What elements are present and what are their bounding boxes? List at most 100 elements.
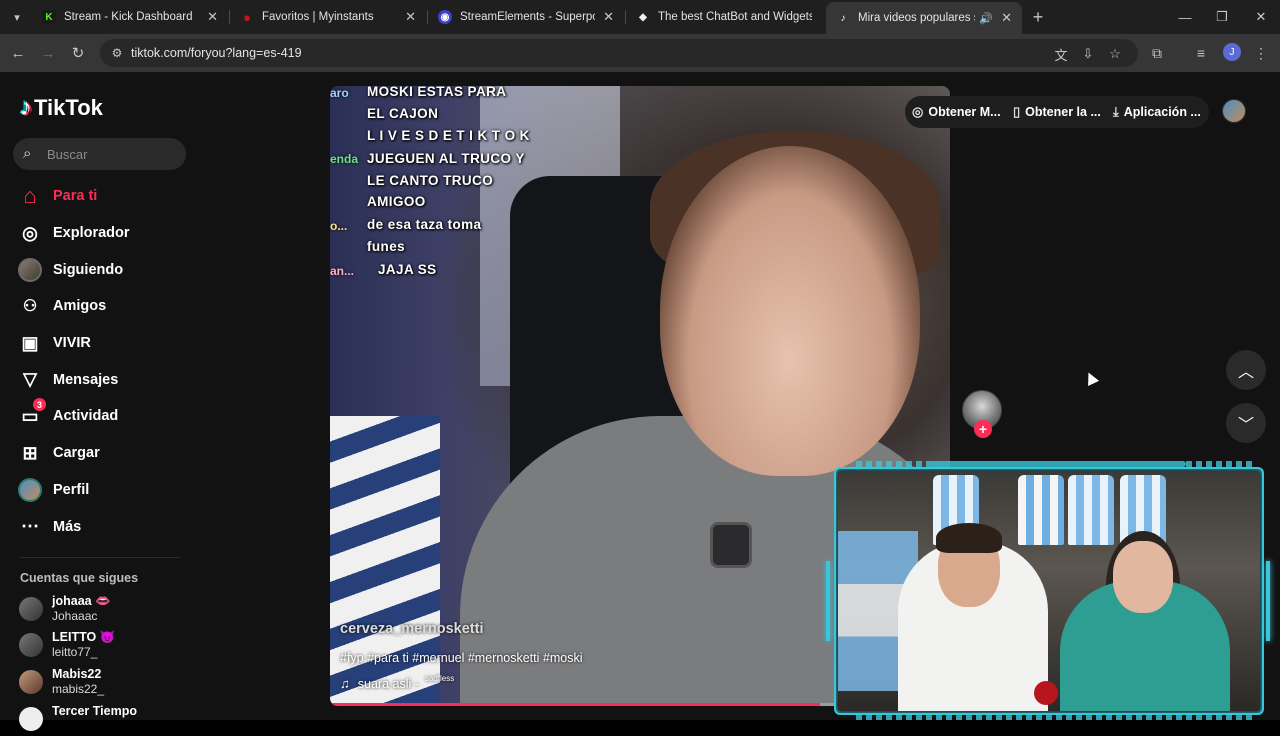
sidebar-item-amigos[interactable]: ⚇ Amigos: [17, 288, 192, 325]
phone-icon: ▯: [1013, 104, 1021, 119]
tab-close-icon[interactable]: ✕: [207, 9, 218, 25]
button-label: Aplicación ...: [1123, 105, 1201, 119]
get-coins-button[interactable]: ◎ Obtener M...: [912, 98, 1001, 126]
hanging-jersey: [1068, 475, 1114, 545]
home-icon: ⌂: [23, 183, 37, 209]
microphone: [1034, 681, 1058, 705]
desktop-app-button[interactable]: ⤓ Aplicación ...: [1113, 98, 1201, 126]
browser-profile-avatar[interactable]: J: [1223, 43, 1241, 61]
mouse-cursor: [1083, 370, 1099, 386]
bookmark-star-icon[interactable]: ☆: [1106, 45, 1124, 63]
chat-overlay-user: o...: [330, 219, 348, 233]
chat-overlay-line: JAJA SS: [378, 262, 437, 277]
tab-close-icon[interactable]: ✕: [603, 9, 614, 25]
site-info-icon[interactable]: ⚙: [108, 44, 126, 62]
live-tv-icon: ▣: [21, 332, 39, 353]
account-name: johaaa 👄: [52, 594, 111, 608]
sidebar-item-label: Para ti: [53, 188, 98, 205]
sidebar-item-vivir[interactable]: ▣ VIVIR: [17, 325, 192, 362]
sidebar-item-label: Cargar: [53, 445, 100, 462]
chat-overlay-line: AMIGOO: [367, 194, 426, 209]
sidebar-item-siguiendo[interactable]: Siguiendo: [17, 251, 192, 288]
person-right-face: [1113, 541, 1173, 613]
sidebar-item-mas[interactable]: ⋯ Más: [17, 508, 192, 545]
tab-search-menu-button[interactable]: ▾: [6, 6, 28, 28]
minimize-button[interactable]: —: [1170, 6, 1200, 28]
music-title: suara asli -: [357, 676, 419, 691]
tiktok-favicon-icon: ♪: [840, 12, 846, 24]
sidebar-item-label: Amigos: [53, 298, 107, 315]
back-arrow-icon[interactable]: ←: [7, 42, 29, 64]
sidebar-item-cargar[interactable]: ⊞ Cargar: [17, 435, 192, 472]
tab-kick-dashboard[interactable]: K Stream - Kick Dashboard ✕: [32, 4, 228, 30]
install-app-icon[interactable]: ⇩: [1079, 45, 1097, 63]
send-icon: ▽: [23, 369, 37, 390]
translate-icon[interactable]: 文: [1052, 45, 1070, 63]
account-name: Tercer Tiempo: [52, 704, 137, 718]
account-handle: Johaaac: [52, 609, 98, 623]
followed-account[interactable]: LEITTO 😈 leitto77_: [19, 628, 199, 662]
sidebar-item-mensajes[interactable]: ▽ Mensajes: [17, 361, 192, 398]
button-label: Obtener la ...: [1025, 105, 1101, 119]
user-profile-avatar[interactable]: [1222, 99, 1246, 123]
followed-account[interactable]: Tercer Tiempo: [19, 702, 199, 736]
hanging-jersey: [1018, 475, 1064, 545]
myinstants-favicon-icon: ●: [243, 9, 251, 25]
tiktok-logo[interactable]: ♪ TikTok: [20, 94, 103, 122]
address-bar[interactable]: ⚙ tiktok.com/foryou?lang=es-419 文 ⇩ ☆: [100, 39, 1138, 67]
tab-chatbot-widgets[interactable]: ◆ The best ChatBot and Widgets: [626, 4, 822, 30]
get-app-button[interactable]: ▯ Obtener la ...: [1013, 98, 1101, 126]
sidebar-item-label: Mensajes: [53, 371, 119, 388]
video-hashtags[interactable]: #fyp #para ti #mernuel #mernosketti #mos…: [340, 651, 582, 665]
video-wristwatch: [710, 522, 752, 568]
notification-badge: 3: [33, 398, 46, 412]
follow-plus-icon[interactable]: +: [974, 420, 992, 438]
followed-account[interactable]: Mabis22 mabis22_: [19, 665, 199, 699]
browser-menu-icon[interactable]: ⋮: [1250, 42, 1272, 64]
video-author-username[interactable]: cerveza_mernosketti: [340, 621, 483, 637]
music-artist: sadfless: [424, 674, 455, 683]
video-music[interactable]: ♫ suara asli - sadfless: [340, 674, 455, 691]
browser-toolbar: ← → ↻ ⚙ tiktok.com/foryou?lang=es-419 文 …: [0, 34, 1280, 72]
search-input[interactable]: [47, 138, 177, 170]
tab-myinstants[interactable]: ● Favoritos | Myinstants ✕: [230, 4, 426, 30]
new-tab-button[interactable]: +: [1027, 6, 1049, 28]
forward-arrow-icon[interactable]: →: [37, 42, 59, 64]
tab-tiktok-active[interactable]: ♪ Mira videos populares selec 🔊 ✕: [826, 2, 1022, 34]
account-avatar: [19, 633, 43, 657]
tab-title: Mira videos populares selec: [858, 12, 975, 24]
tab-title: The best ChatBot and Widgets: [658, 11, 812, 23]
chat-overlay-user: an...: [330, 264, 355, 278]
reload-icon[interactable]: ↻: [67, 42, 89, 64]
close-window-button[interactable]: ✕: [1246, 6, 1276, 28]
webcam-bottom-decoration: [856, 714, 1256, 720]
tab-close-icon[interactable]: ✕: [405, 9, 416, 25]
extensions-icon[interactable]: ⧉: [1146, 42, 1168, 64]
chat-overlay-line: L I V E S D E T I K T O K: [367, 128, 530, 143]
chat-overlay-line: funes: [367, 239, 406, 254]
tab-streamelements[interactable]: ◉ StreamElements - Superposición ✕: [428, 4, 624, 30]
followed-account[interactable]: johaaa 👄 Johaaac: [19, 592, 199, 626]
upload-plus-icon: ⊞: [22, 442, 38, 463]
tab-close-icon[interactable]: ✕: [1001, 10, 1012, 26]
previous-video-button[interactable]: ︿: [1226, 350, 1266, 390]
search-box[interactable]: ⌕: [13, 138, 186, 170]
logo-wordmark: TikTok: [34, 95, 103, 120]
sidebar-item-perfil[interactable]: Perfil: [17, 472, 192, 509]
speaker-icon[interactable]: 🔊: [979, 12, 993, 25]
webcam-feed: [838, 471, 1260, 711]
sidebar-item-actividad[interactable]: ▭ 3 Actividad: [17, 398, 192, 435]
chatbot-favicon-icon: ◆: [639, 11, 647, 23]
tiktok-note-icon: ♪: [20, 94, 32, 121]
chat-overlay-line: de esa taza toma: [367, 217, 482, 232]
sidebar-item-label: Actividad: [53, 408, 119, 425]
next-video-button[interactable]: ﹀: [1226, 403, 1266, 443]
sidebar-item-para-ti[interactable]: ⌂ Para ti: [17, 178, 192, 215]
following-avatar: [17, 257, 43, 283]
profile-avatar: [17, 477, 43, 503]
url-text[interactable]: tiktok.com/foryou?lang=es-419: [131, 46, 302, 60]
chat-overlay-user: enda: [330, 152, 359, 166]
restore-button[interactable]: ❐: [1207, 6, 1237, 28]
sidebar-item-explorador[interactable]: ◎ Explorador: [17, 215, 192, 252]
media-control-icon[interactable]: ≡: [1190, 42, 1212, 64]
